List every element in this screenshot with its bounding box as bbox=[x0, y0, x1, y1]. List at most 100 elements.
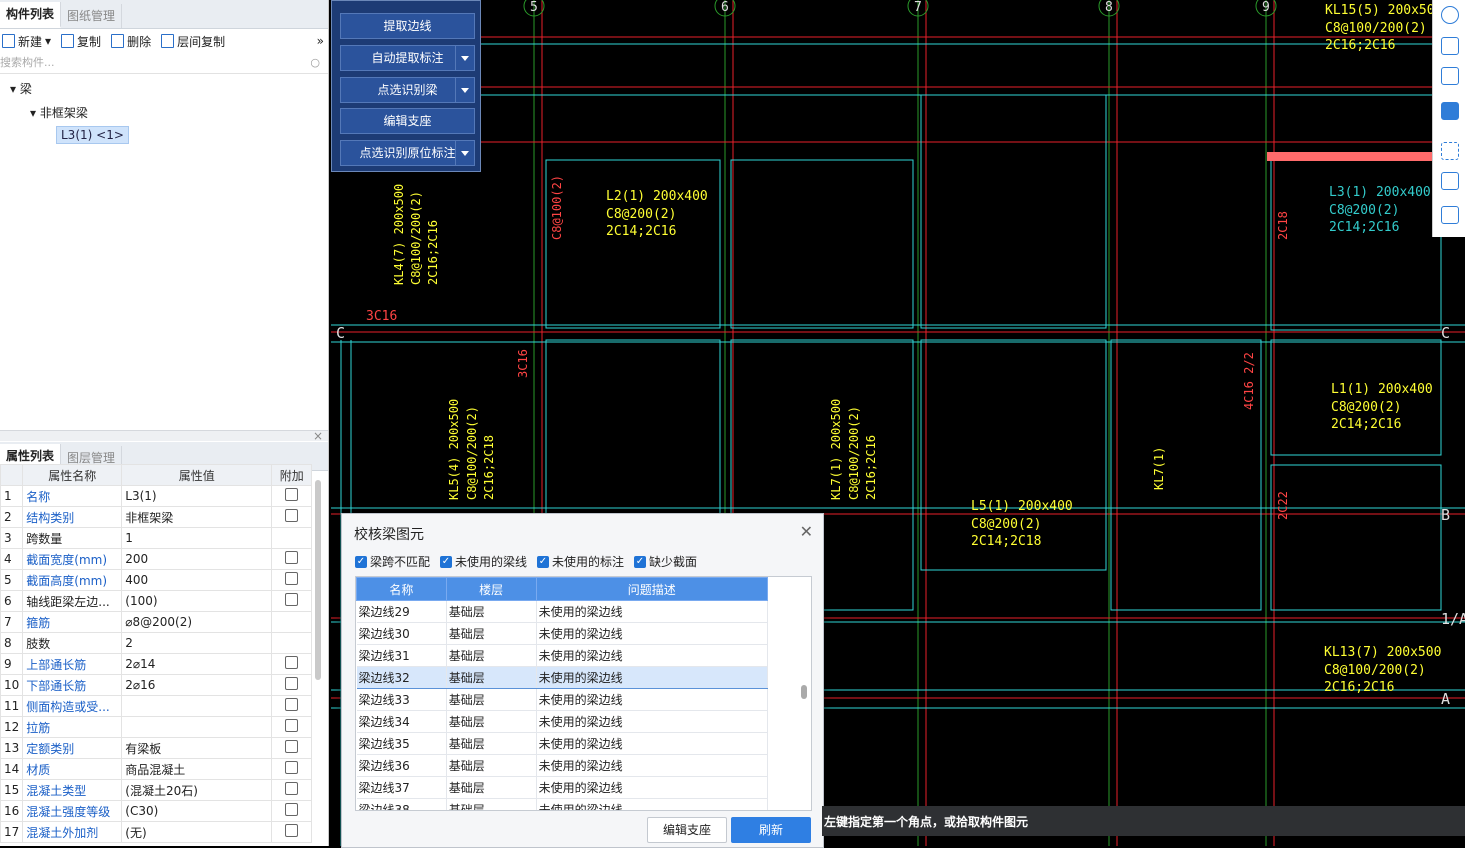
property-value[interactable]: (C30) bbox=[121, 800, 273, 822]
check-span-mismatch[interactable]: ✓ 梁跨不匹配 bbox=[355, 553, 430, 570]
property-value[interactable]: ⌀8@200(2) bbox=[121, 611, 273, 633]
property-value[interactable] bbox=[121, 716, 273, 738]
cube-icon[interactable] bbox=[1441, 67, 1459, 85]
property-row[interactable]: 4 截面宽度(mm) 200 bbox=[0, 548, 313, 570]
problem-row[interactable]: 梁边线37 基础层 未使用的梁边线 bbox=[356, 776, 769, 799]
property-row[interactable]: 2 结构类别 非框架梁 bbox=[0, 506, 313, 528]
3d-view-icon[interactable] bbox=[1441, 37, 1459, 55]
settings-list-icon[interactable] bbox=[1441, 206, 1459, 224]
select-box-icon[interactable] bbox=[1441, 142, 1459, 160]
more-icon[interactable]: » bbox=[317, 34, 324, 48]
additional-checkbox[interactable] bbox=[271, 632, 313, 654]
auto-extract-label-button[interactable]: 自动提取标注 bbox=[340, 45, 475, 71]
copy-button[interactable]: 复制 bbox=[61, 33, 101, 50]
property-row[interactable]: 16 混凝土强度等级 (C30) bbox=[0, 800, 313, 822]
problem-row[interactable]: 梁边线35 基础层 未使用的梁边线 bbox=[356, 732, 769, 755]
chevron-down-icon[interactable] bbox=[455, 141, 474, 165]
additional-checkbox[interactable] bbox=[271, 611, 313, 633]
problem-row[interactable]: 梁边线38 基础层 未使用的梁边线 bbox=[356, 798, 769, 810]
new-button[interactable]: 新建 ▾ bbox=[2, 33, 51, 50]
additional-checkbox[interactable] bbox=[271, 800, 313, 822]
tab-component-list[interactable]: 构件列表 bbox=[0, 2, 62, 28]
problem-row[interactable]: 梁边线32 基础层 未使用的梁边线 bbox=[356, 666, 769, 689]
property-value[interactable]: 1 bbox=[121, 527, 273, 549]
pick-identify-origin-label-button[interactable]: 点选识别原位标注 bbox=[340, 140, 475, 166]
edit-support-dialog-button[interactable]: 编辑支座 bbox=[647, 817, 727, 843]
property-value[interactable]: L3(1) bbox=[121, 485, 273, 507]
component-search[interactable]: 搜索构件... ○ bbox=[0, 53, 328, 74]
check-unused-label[interactable]: ✓ 未使用的标注 bbox=[537, 553, 624, 570]
property-scrollbar[interactable] bbox=[315, 480, 321, 680]
problem-row[interactable]: 梁边线29 基础层 未使用的梁边线 bbox=[356, 600, 769, 623]
property-value[interactable]: 2⌀14 bbox=[121, 653, 273, 675]
check-missing-section[interactable]: ✓ 缺少截面 bbox=[634, 553, 697, 570]
property-value[interactable]: (无) bbox=[121, 821, 273, 843]
property-row[interactable]: 5 截面高度(mm) 400 bbox=[0, 569, 313, 591]
refresh-button[interactable]: 刷新 bbox=[731, 817, 811, 843]
check-unused-beam-line[interactable]: ✓ 未使用的梁线 bbox=[440, 553, 527, 570]
col-name[interactable]: 名称 bbox=[356, 577, 447, 601]
property-row[interactable]: 3 跨数量 1 bbox=[0, 527, 313, 549]
property-value[interactable]: 非框架梁 bbox=[121, 506, 273, 528]
property-value[interactable]: 200 bbox=[121, 548, 273, 570]
additional-checkbox[interactable] bbox=[271, 716, 313, 738]
delete-button[interactable]: 删除 bbox=[111, 33, 151, 50]
property-value[interactable]: 2⌀16 bbox=[121, 674, 273, 696]
tree-node-nonframe-beam[interactable]: ▾ 非框架梁 bbox=[30, 104, 88, 121]
additional-checkbox[interactable] bbox=[271, 506, 313, 528]
additional-checkbox[interactable] bbox=[271, 758, 313, 780]
additional-checkbox[interactable] bbox=[271, 674, 313, 696]
tab-drawing-manage[interactable]: 图纸管理 bbox=[61, 4, 123, 28]
problem-row[interactable]: 梁边线33 基础层 未使用的梁边线 bbox=[356, 688, 769, 711]
property-row[interactable]: 11 侧面构造或受... bbox=[0, 695, 313, 717]
col-description[interactable]: 问题描述 bbox=[535, 577, 769, 601]
additional-checkbox[interactable] bbox=[271, 737, 313, 759]
property-value[interactable]: 有梁板 bbox=[121, 737, 273, 759]
property-value[interactable]: 400 bbox=[121, 569, 273, 591]
property-row[interactable]: 1 名称 L3(1) bbox=[0, 485, 313, 507]
additional-checkbox[interactable] bbox=[271, 548, 313, 570]
chevron-down-icon[interactable] bbox=[455, 46, 474, 70]
tree-node-l3[interactable]: L3(1) <1> bbox=[56, 126, 129, 144]
property-row[interactable]: 7 箍筋 ⌀8@200(2) bbox=[0, 611, 313, 633]
col-floor[interactable]: 楼层 bbox=[445, 577, 537, 601]
tree-node-beam[interactable]: ▾ 梁 bbox=[10, 80, 32, 97]
additional-checkbox[interactable] bbox=[271, 485, 313, 507]
additional-checkbox[interactable] bbox=[271, 527, 313, 549]
property-value[interactable] bbox=[121, 695, 273, 717]
property-value[interactable]: 商品混凝土 bbox=[121, 758, 273, 780]
cube-filled-icon[interactable] bbox=[1441, 102, 1459, 120]
component-view-icon[interactable] bbox=[1441, 172, 1459, 190]
grid-scrollbar[interactable] bbox=[801, 685, 807, 699]
edit-support-button[interactable]: 编辑支座 bbox=[340, 108, 475, 134]
property-row[interactable]: 6 轴线距梁左边... (100) bbox=[0, 590, 313, 612]
chevron-down-icon[interactable] bbox=[455, 78, 474, 102]
close-icon[interactable]: × bbox=[313, 429, 323, 443]
pick-identify-beam-button[interactable]: 点选识别梁 bbox=[340, 77, 475, 103]
additional-checkbox[interactable] bbox=[271, 590, 313, 612]
property-row[interactable]: 9 上部通长筋 2⌀14 bbox=[0, 653, 313, 675]
property-row[interactable]: 13 定额类别 有梁板 bbox=[0, 737, 313, 759]
extract-edge-button[interactable]: 提取边线 bbox=[340, 13, 475, 39]
floor-copy-button[interactable]: 层间复制 bbox=[161, 33, 225, 50]
close-icon[interactable]: ✕ bbox=[800, 522, 813, 541]
property-row[interactable]: 8 肢数 2 bbox=[0, 632, 313, 654]
additional-checkbox[interactable] bbox=[271, 695, 313, 717]
property-row[interactable]: 12 拉筋 bbox=[0, 716, 313, 738]
problem-row[interactable]: 梁边线36 基础层 未使用的梁边线 bbox=[356, 754, 769, 777]
property-row[interactable]: 10 下部通长筋 2⌀16 bbox=[0, 674, 313, 696]
property-value[interactable]: (混凝土20石) bbox=[121, 779, 273, 801]
problem-row[interactable]: 梁边线30 基础层 未使用的梁边线 bbox=[356, 622, 769, 645]
property-row[interactable]: 17 混凝土外加剂 (无) bbox=[0, 821, 313, 843]
additional-checkbox[interactable] bbox=[271, 821, 313, 843]
problem-row[interactable]: 梁边线34 基础层 未使用的梁边线 bbox=[356, 710, 769, 733]
additional-checkbox[interactable] bbox=[271, 779, 313, 801]
additional-checkbox[interactable] bbox=[271, 653, 313, 675]
panel-splitter[interactable]: × bbox=[0, 429, 328, 443]
sphere-icon[interactable] bbox=[1441, 6, 1459, 24]
property-value[interactable]: (100) bbox=[121, 590, 273, 612]
additional-checkbox[interactable] bbox=[271, 569, 313, 591]
problem-row[interactable]: 梁边线31 基础层 未使用的梁边线 bbox=[356, 644, 769, 667]
property-row[interactable]: 14 材质 商品混凝土 bbox=[0, 758, 313, 780]
property-row[interactable]: 15 混凝土类型 (混凝土20石) bbox=[0, 779, 313, 801]
